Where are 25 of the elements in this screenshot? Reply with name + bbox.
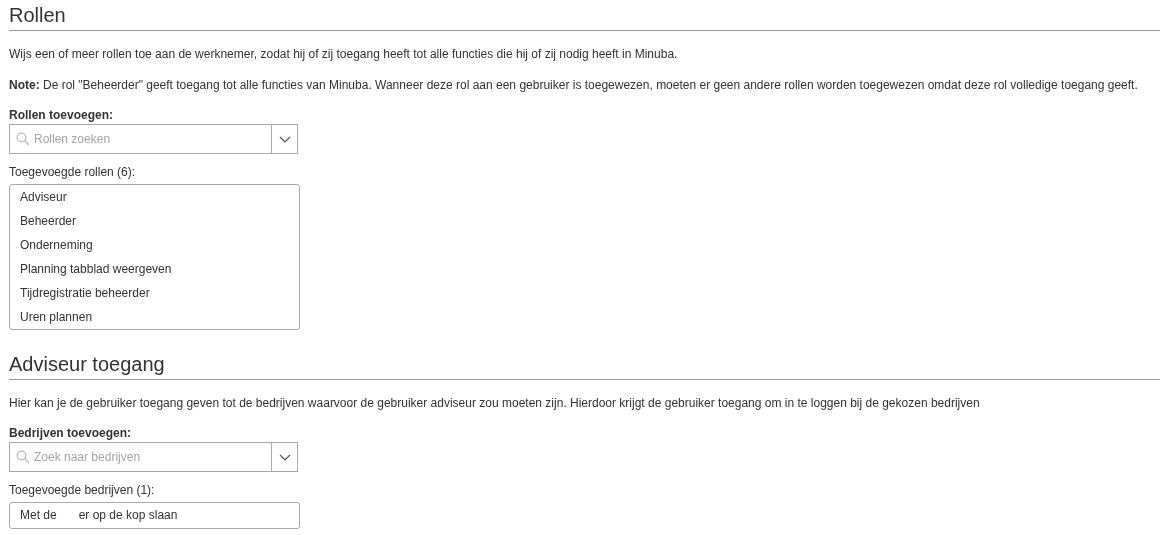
list-item[interactable]: Beheerder bbox=[20, 209, 77, 233]
section-title: Adviseur toegang bbox=[9, 352, 165, 376]
field-label: Rollen toevoegen: bbox=[9, 108, 113, 122]
description-text: Note: De rol "Beheerder" geeft toegang tot alle functies van Minuba. Wanneer deze rol aan een gebruiker is toegewezen, moeten er geen andere rollen worden toegewezen omdat deze rol volledige toegang geeft. bbox=[9, 78, 1139, 93]
chevron-down-icon bbox=[278, 135, 291, 143]
list-item[interactable]: Tijdregistratie beheerder bbox=[20, 281, 150, 305]
chevron-down-icon bbox=[278, 453, 291, 461]
description-text: Wijs een of meer rollen toe aan de werknemer, zodat hij of zij toegang heeft tot alle functies die hij of zij nodig heeft in Minuba. bbox=[9, 47, 679, 62]
search-icon bbox=[16, 132, 30, 146]
list-item[interactable]: Onderneming bbox=[20, 233, 93, 257]
search-field[interactable]: Zoek naar bedrijven bbox=[34, 450, 271, 464]
section-title: Rollen bbox=[9, 3, 66, 27]
search-field[interactable]: Rollen zoeken bbox=[34, 132, 271, 146]
list-label: Toegevoegde bedrijven (1): bbox=[9, 483, 155, 497]
description-text: Hier kan je de gebruiker toegang geven tot de bedrijven waarvoor de gebruiker adviseur zou moeten zijn. Hierdoor krijgt de gebruiker toegang om in te loggen bij de gekozen bedrijven bbox=[9, 396, 981, 411]
search-icon bbox=[16, 450, 30, 464]
search-box[interactable]: Zoek naar bedrijven bbox=[9, 442, 298, 472]
list-item[interactable]: Uren plannen bbox=[20, 305, 93, 329]
list-item[interactable]: Planning tabblad weergeven bbox=[20, 257, 172, 281]
search-box[interactable]: Rollen zoeken bbox=[9, 124, 298, 154]
list-item[interactable]: er op de kop slaan bbox=[78, 503, 178, 528]
list-item[interactable]: Met de bbox=[20, 503, 57, 528]
list-label: Toegevoegde rollen (6): bbox=[9, 165, 136, 179]
list-item[interactable]: Adviseur bbox=[20, 185, 67, 209]
field-label: Bedrijven toevoegen: bbox=[9, 426, 132, 440]
